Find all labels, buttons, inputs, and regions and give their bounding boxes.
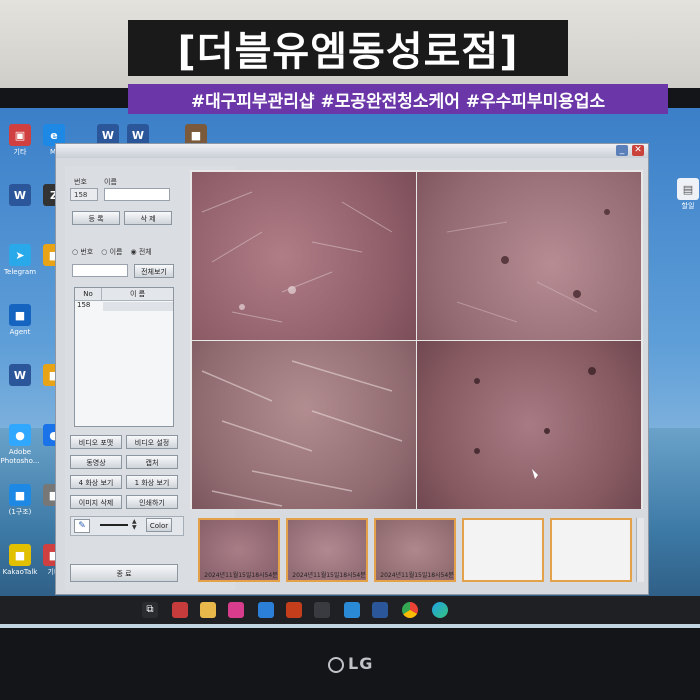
single-view-button[interactable]: 1 화상 보기 xyxy=(126,475,178,489)
mouse-cursor-icon xyxy=(532,469,538,479)
line-width-preview xyxy=(100,524,128,526)
thumbnail-5-empty[interactable] xyxy=(550,518,632,582)
print-button[interactable]: 인쇄하기 xyxy=(126,495,178,509)
app-icon-red[interactable] xyxy=(172,602,188,618)
window-titlebar: _ ✕ xyxy=(56,144,648,158)
desktop-icon[interactable]: ■ Agent xyxy=(0,304,40,337)
skin-image-1[interactable] xyxy=(192,172,416,340)
radio-name-label: 이름 xyxy=(109,248,123,256)
register-button[interactable]: 등 록 xyxy=(72,211,120,225)
edge-icon[interactable] xyxy=(432,602,448,618)
client-list: No 이 름 158 xyxy=(74,287,174,427)
delete-button[interactable]: 삭 제 xyxy=(124,211,172,225)
four-view-button[interactable]: 4 화상 보기 xyxy=(70,475,122,489)
desktop-icon-label: 할일 xyxy=(681,202,695,210)
app-icon: ▣ xyxy=(9,124,31,146)
capture-button[interactable]: 캡처 xyxy=(126,455,178,469)
app-icon: ● xyxy=(9,424,31,446)
thumbnail-1[interactable]: 2024년11월15일18시54분 xyxy=(198,518,280,582)
app-icon: W xyxy=(9,364,31,386)
instagram-icon[interactable] xyxy=(228,602,244,618)
app-icon: ■ xyxy=(9,484,31,506)
file-explorer-icon[interactable] xyxy=(200,602,216,618)
delete-image-button[interactable]: 이미지 삭제 xyxy=(70,495,122,509)
list-item[interactable]: 158 xyxy=(75,301,173,312)
desktop-icon-label: Telegram xyxy=(3,268,37,276)
brand-text: LG xyxy=(348,654,374,673)
app-icon: ■ xyxy=(9,304,31,326)
word-icon[interactable] xyxy=(372,602,388,618)
radio-all[interactable]: ◉ 전체 xyxy=(130,247,151,257)
minimize-button[interactable]: _ xyxy=(616,145,628,156)
number-field[interactable]: 158 xyxy=(70,188,98,201)
thumbnail-4-empty[interactable] xyxy=(462,518,544,582)
close-button[interactable]: ✕ xyxy=(632,145,644,156)
skin-texture-1 xyxy=(201,191,393,323)
thumbnail-2[interactable]: 2024년11월15일18시54분 xyxy=(286,518,368,582)
thumbnail-3[interactable]: 2024년11월15일18시54분 xyxy=(374,518,456,582)
app-icon: ➤ xyxy=(9,244,31,266)
windows-taskbar: ⧉ xyxy=(0,596,700,624)
chrome-icon[interactable] xyxy=(402,602,418,618)
thumbnail-strip: 2024년11월15일18시54분 2024년11월15일18시54분 2024… xyxy=(190,518,644,588)
number-label: 번호 xyxy=(74,178,87,186)
pen-icon[interactable]: ✎ xyxy=(74,519,90,533)
thumbnail-scrollbar[interactable] xyxy=(636,518,644,582)
hashtag-banner: #대구피부관리샵 #모공완전청소케어 #우수피부미용업소 xyxy=(128,84,668,114)
task-view-icon[interactable]: ⧉ xyxy=(142,602,158,618)
photo-frame: ▣ 기타 e Mi W W ■ W Z ➤ Telegram ■ ■ Agent W ■ ● Adobe Phot… xyxy=(0,0,700,700)
video-format-button[interactable]: 비디오 포맷 xyxy=(70,435,122,449)
line-width-stepper[interactable]: ▲ ▼ xyxy=(132,519,140,531)
skin-image-3[interactable] xyxy=(192,341,416,509)
document-icon: ▤ xyxy=(677,178,699,200)
skin-image-4[interactable] xyxy=(417,341,641,509)
radio-all-label: 전체 xyxy=(138,248,152,256)
color-button[interactable]: Color xyxy=(146,518,172,532)
skin-texture-3 xyxy=(201,360,403,507)
view-all-button[interactable]: 전체보기 xyxy=(134,264,174,278)
list-item-name xyxy=(103,302,173,311)
skin-image-2[interactable] xyxy=(417,172,641,340)
desktop-icon-label: (1구조) xyxy=(8,508,32,516)
app-icon-store[interactable] xyxy=(344,602,360,618)
column-header-name: 이 름 xyxy=(129,290,146,298)
desktop-icon-label: Agent xyxy=(9,328,31,336)
desktop-icon-todo[interactable]: ▤ 할일 xyxy=(668,178,700,211)
video-settings-button[interactable]: 비디오 설정 xyxy=(126,435,178,449)
radio-number-label: 번호 xyxy=(80,248,94,256)
column-header-no: No xyxy=(75,288,102,300)
list-item-no: 158 xyxy=(77,301,91,309)
radio-number[interactable]: ○ 번호 xyxy=(72,247,93,257)
skin-texture-4 xyxy=(474,367,596,479)
search-mode-radios: ○ 번호 ○ 이름 ◉ 전체 xyxy=(72,247,152,257)
app-icon-blue[interactable] xyxy=(258,602,274,618)
video-button[interactable]: 동영상 xyxy=(70,455,122,469)
app-icon: W xyxy=(9,184,31,206)
powerpoint-icon[interactable] xyxy=(286,602,302,618)
thumbnail-caption: 2024년11월15일18시54분 xyxy=(292,572,366,579)
name-field[interactable] xyxy=(104,188,170,201)
thumbnail-caption: 2024년11월15일18시54분 xyxy=(380,572,454,579)
four-image-view xyxy=(190,170,643,509)
store-title-banner: [더블유엠동성로점] xyxy=(128,20,568,76)
exit-button[interactable]: 종 료 xyxy=(70,564,178,582)
app-icon: ■ xyxy=(9,544,31,566)
skin-app-taskbar-icon[interactable] xyxy=(314,602,330,618)
thumbnail-caption: 2024년11월15일18시54분 xyxy=(204,572,278,579)
lg-logo: LG xyxy=(328,654,388,674)
client-list-header: No 이 름 xyxy=(75,288,173,301)
skin-texture-2 xyxy=(446,209,610,323)
radio-name[interactable]: ○ 이름 xyxy=(101,247,122,257)
desktop-icon-label: Adobe Photosho... xyxy=(0,448,40,465)
search-input[interactable] xyxy=(72,264,128,277)
name-label: 이름 xyxy=(104,178,117,186)
